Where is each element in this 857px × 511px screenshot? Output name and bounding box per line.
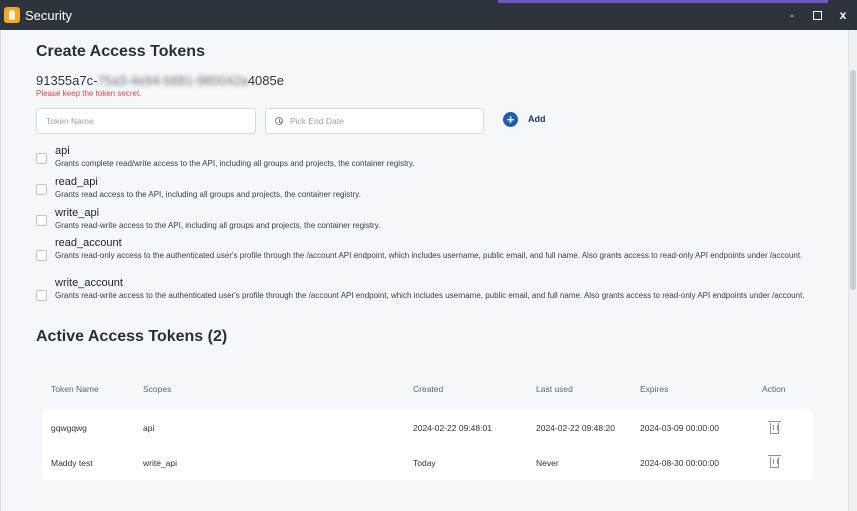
trash-icon[interactable]	[768, 421, 781, 434]
scope-checkbox[interactable]	[36, 250, 47, 261]
scope-checkbox[interactable]	[36, 290, 47, 301]
column-header: Scopes	[143, 384, 172, 394]
cell-expires: 2024-03-09 00:00:00	[640, 423, 719, 433]
scope-name: read_account	[55, 237, 122, 249]
token-name-input[interactable]	[46, 116, 255, 126]
trash-icon[interactable]	[768, 455, 781, 468]
scope-description: Grants read-write access to the authenti…	[55, 291, 805, 300]
security-panel: Create Access Tokens 91355a7c-75a3-4e94-…	[0, 30, 848, 511]
cell-last-used: 2024-02-22 09:48:20	[536, 423, 615, 433]
add-button[interactable]: + Add	[503, 111, 546, 127]
scrollbar-thumb[interactable]	[850, 70, 856, 290]
token-value-prefix: 91355a7c-	[36, 73, 98, 88]
end-date-input[interactable]	[290, 116, 483, 126]
tokens-table: gqwgqwg api 2024-02-22 09:48:01 2024-02-…	[42, 410, 813, 480]
scope-checkbox[interactable]	[36, 184, 47, 195]
column-header: Token Name	[51, 384, 99, 394]
token-warning: Please keep the token secret.	[36, 89, 142, 98]
cell-created: 2024-02-22 09:48:01	[413, 423, 492, 433]
cell-token-name: gqwgqwg	[51, 423, 87, 433]
column-header: Created	[413, 384, 444, 394]
active-tokens-title: Active Access Tokens (2)	[36, 328, 228, 345]
token-value-suffix: 4085e	[247, 73, 284, 88]
token-value-blurred: 75a3-4e94-b681-980042a	[97, 73, 248, 88]
plus-icon: +	[503, 111, 518, 127]
cell-created: Today	[413, 458, 436, 468]
scope-name: api	[55, 145, 70, 157]
minimize-icon[interactable]: -	[783, 6, 801, 24]
vertical-scrollbar[interactable]	[848, 30, 857, 511]
clock-icon	[275, 117, 283, 125]
scope-description: Grants complete read/write access to the…	[55, 159, 415, 168]
scope-description: Grants read-write access to the API, inc…	[55, 221, 381, 230]
column-header: Last used	[536, 384, 573, 394]
cell-last-used: Never	[536, 458, 559, 468]
scope-checkbox[interactable]	[36, 153, 47, 164]
column-header: Action	[762, 384, 786, 394]
cell-token-name: Maddy test	[51, 458, 93, 468]
scope-description: Grants read access to the API, including…	[55, 190, 361, 199]
close-icon[interactable]: x	[834, 6, 852, 24]
maximize-icon[interactable]	[808, 6, 826, 24]
end-date-field[interactable]	[265, 108, 484, 134]
add-label: Add	[528, 114, 546, 124]
token-value: 91355a7c-75a3-4e94-b681-980042a4085e	[36, 73, 284, 88]
cell-scopes: api	[143, 423, 155, 433]
scope-name: read_api	[55, 176, 98, 188]
create-tokens-title: Create Access Tokens	[36, 43, 205, 60]
scope-name: write_api	[55, 207, 100, 219]
app-icon	[4, 7, 20, 23]
column-header: Expires	[640, 384, 669, 394]
window-title: Security	[25, 8, 72, 23]
cell-scopes: write_api	[143, 458, 178, 468]
scope-description: Grants read-only access to the authentic…	[55, 251, 803, 260]
scope-checkbox[interactable]	[36, 215, 47, 226]
scope-name: write_account	[55, 277, 123, 289]
title-bar: Security - x	[0, 0, 857, 30]
title-bar-accent	[498, 0, 828, 3]
token-name-field[interactable]	[36, 108, 256, 134]
cell-expires: 2024-08-30 00:00:00	[640, 458, 719, 468]
